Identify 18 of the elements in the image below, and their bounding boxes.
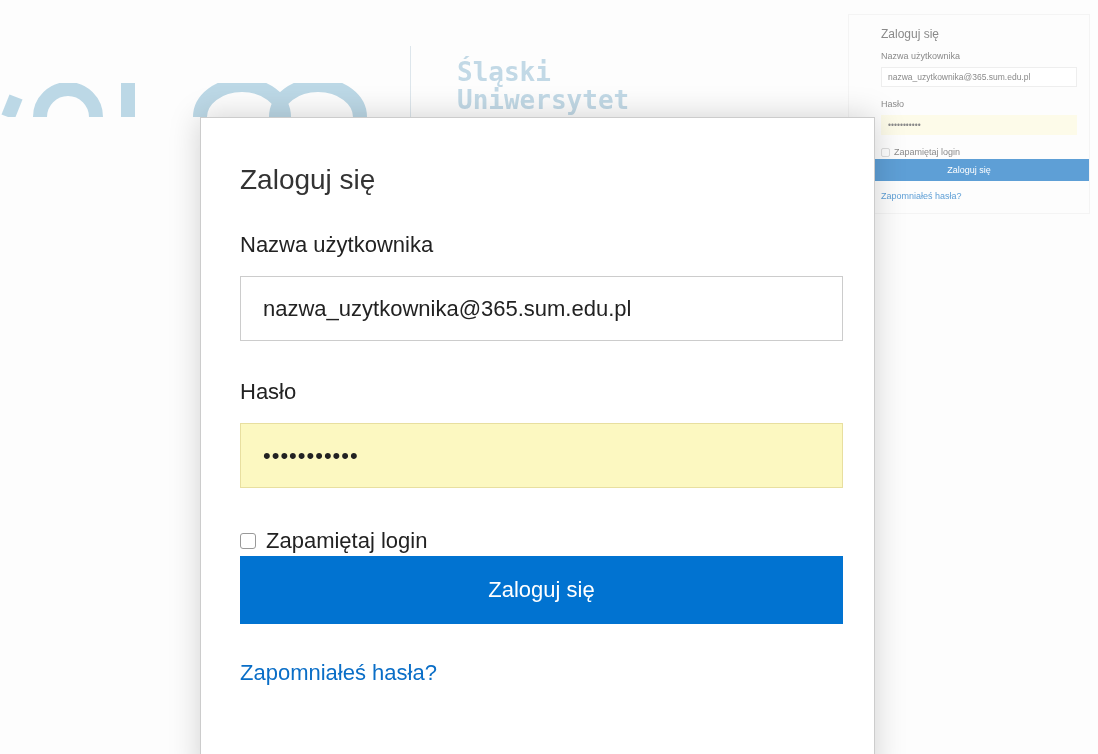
forgot-password-link[interactable]: Zapomniałeś hasła? — [240, 660, 437, 686]
forgot-password-link[interactable]: Zapomniałeś hasła? — [881, 191, 1077, 201]
password-field[interactable]: ••••••••••• — [881, 115, 1077, 135]
password-label: Hasło — [881, 99, 905, 109]
form-title: Zaloguj się — [240, 164, 376, 196]
checkbox-label: Zapamiętaj login — [894, 147, 961, 157]
username-field[interactable]: nazwa_uzytkownika@365.sum.edu.pl — [240, 276, 843, 341]
login-button[interactable]: Zaloguj się — [240, 556, 843, 624]
form-title: Zaloguj się — [881, 27, 941, 41]
logo-text: Uniwersytet — [457, 86, 630, 114]
logo-text: Śląski — [457, 58, 551, 86]
username-field[interactable]: nazwa_uzytkownika@365.sum.edu.pl — [881, 67, 1077, 87]
checkbox[interactable] — [240, 533, 256, 549]
password-field[interactable]: ••••••••••• — [240, 423, 843, 488]
checkbox-label: Zapamiętaj login — [266, 528, 428, 554]
password-label: Hasło — [240, 379, 297, 405]
username-label: Nazwa użytkownika — [240, 232, 434, 258]
username-label: Nazwa użytkownika — [881, 51, 962, 61]
